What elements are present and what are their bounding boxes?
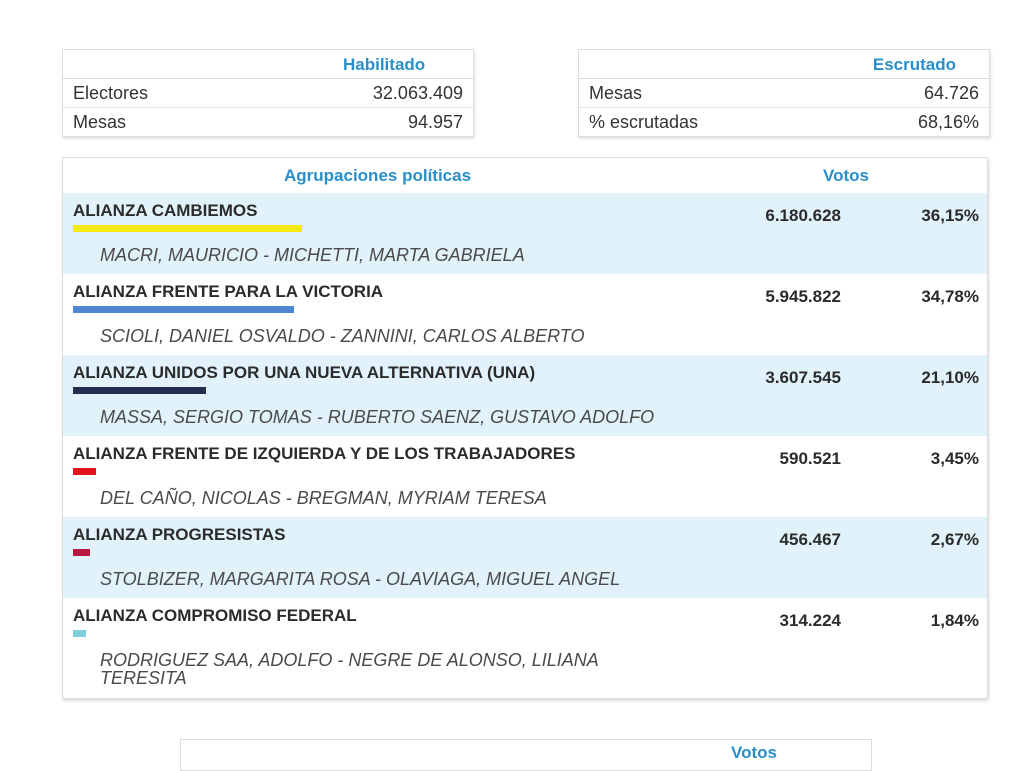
party-row: ALIANZA FRENTE PARA LA VICTORIA 5.945.82…: [63, 274, 987, 355]
row-value: 94.957: [407, 112, 463, 132]
row-label: Electores: [73, 83, 149, 103]
party-candidates: MASSA, SERGIO TOMAS - RUBERTO SAENZ, GUS…: [100, 407, 655, 427]
party-percent: 36,15%: [921, 206, 979, 225]
party-color-bar: [73, 630, 86, 637]
party-votes: 590.521: [779, 449, 841, 468]
party-votes: 5.945.822: [765, 287, 841, 306]
habilitado-header-row: Habilitado: [63, 50, 473, 79]
party-candidates: STOLBIZER, MARGARITA ROSA - OLAVIAGA, MI…: [100, 569, 621, 589]
party-color-bar: [73, 387, 206, 394]
party-name: ALIANZA PROGRESISTAS: [73, 525, 286, 544]
party-color-bar: [73, 468, 96, 475]
habilitado-row-electores: Electores 32.063.409: [63, 79, 473, 108]
party-percent: 2,67%: [930, 530, 979, 549]
votes-column-header: Votos: [731, 743, 777, 762]
party-row: ALIANZA FRENTE DE IZQUIERDA Y DE LOS TRA…: [63, 436, 987, 517]
escrutado-summary-table: Escrutado Mesas 64.726 % escrutadas 68,1…: [578, 49, 990, 137]
secondary-results-table: Votos: [180, 739, 872, 771]
party-row: ALIANZA CAMBIEMOS 6.180.628 36,15% MACRI…: [63, 193, 987, 274]
party-row: ALIANZA PROGRESISTAS 456.467 2,67% STOLB…: [63, 517, 987, 598]
party-percent: 34,78%: [921, 287, 979, 306]
party-name: ALIANZA FRENTE DE IZQUIERDA Y DE LOS TRA…: [73, 444, 576, 463]
habilitado-summary-table: Habilitado Electores 32.063.409 Mesas 94…: [62, 49, 474, 137]
party-name: ALIANZA COMPROMISO FEDERAL: [73, 606, 357, 625]
escrutado-header: Escrutado: [872, 55, 956, 74]
party-percent: 1,84%: [930, 611, 979, 630]
results-header-row: Agrupaciones políticas Votos: [63, 158, 987, 193]
party-percent: 3,45%: [930, 449, 979, 468]
escrutado-row-mesas: Mesas 64.726: [579, 79, 989, 108]
row-label: Mesas: [73, 112, 127, 132]
row-value: 68,16%: [917, 112, 979, 132]
party-name: ALIANZA CAMBIEMOS: [73, 201, 258, 220]
party-row: ALIANZA COMPROMISO FEDERAL 314.224 1,84%…: [63, 598, 987, 698]
party-row: ALIANZA UNIDOS POR UNA NUEVA ALTERNATIVA…: [63, 355, 987, 436]
party-candidates: DEL CAÑO, NICOLAS - BREGMAN, MYRIAM TERE…: [100, 488, 547, 508]
escrutado-header-row: Escrutado: [579, 50, 989, 79]
party-votes: 3.607.545: [765, 368, 841, 387]
party-candidates: MACRI, MAURICIO - MICHETTI, MARTA GABRIE…: [100, 245, 525, 265]
party-color-bar: [73, 549, 90, 556]
party-candidates: RODRIGUEZ SAA, ADOLFO - NEGRE DE ALONSO,…: [100, 650, 599, 688]
party-color-bar: [73, 306, 294, 313]
party-color-bar: [73, 225, 302, 232]
habilitado-header: Habilitado: [343, 55, 426, 74]
row-value: 32.063.409: [372, 83, 463, 103]
party-name: ALIANZA FRENTE PARA LA VICTORIA: [73, 282, 384, 301]
party-name: ALIANZA UNIDOS POR UNA NUEVA ALTERNATIVA…: [73, 363, 536, 382]
party-column-header: Agrupaciones políticas: [284, 166, 472, 185]
results-table: Agrupaciones políticas Votos ALIANZA CAM…: [62, 157, 988, 699]
habilitado-row-mesas: Mesas 94.957: [63, 108, 473, 136]
row-label: Mesas: [589, 83, 643, 103]
party-votes: 314.224: [779, 611, 841, 630]
party-candidates: SCIOLI, DANIEL OSVALDO - ZANNINI, CARLOS…: [100, 326, 585, 346]
party-votes: 6.180.628: [765, 206, 841, 225]
party-percent: 21,10%: [921, 368, 979, 387]
row-value: 64.726: [923, 83, 979, 103]
row-label: % escrutadas: [589, 112, 699, 132]
escrutado-row-percent: % escrutadas 68,16%: [579, 108, 989, 136]
party-votes: 456.467: [779, 530, 841, 549]
votes-column-header: Votos: [823, 166, 869, 185]
